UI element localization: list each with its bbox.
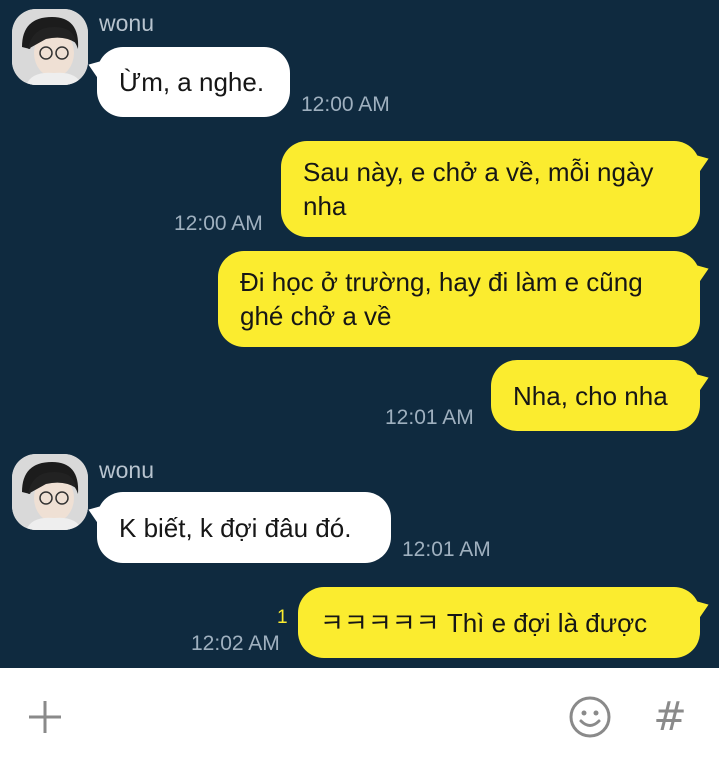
smiley-icon[interactable] <box>563 690 617 744</box>
avatar[interactable] <box>12 454 88 530</box>
message-time: 12:00 AM <box>174 212 263 235</box>
message-bubble-outgoing[interactable]: Nha, cho nha <box>491 360 700 431</box>
avatar[interactable] <box>12 9 88 85</box>
message-bubble-outgoing[interactable]: ㅋㅋㅋㅋㅋ Thì e đợi là được <box>298 587 700 658</box>
message-time: 12:01 AM <box>385 406 474 429</box>
message-bubble-incoming[interactable]: K biết, k đợi đâu đó. <box>97 492 391 563</box>
message-text: K biết, k đợi đâu đó. <box>119 512 352 543</box>
hash-icon[interactable]: # <box>643 690 697 744</box>
message-bubble-outgoing[interactable]: Đi học ở trường, hay đi làm e cũng ghé c… <box>218 251 700 347</box>
message-text: ㅋㅋㅋㅋㅋ Thì e đợi là được <box>320 607 648 638</box>
message-text: Nha, cho nha <box>513 380 668 411</box>
sender-name: wonu <box>99 457 154 483</box>
message-bubble-incoming[interactable]: Ừm, a nghe. <box>97 47 290 117</box>
message-time: 12:00 AM <box>301 93 390 116</box>
message-text: Đi học ở trường, hay đi làm e cũng ghé c… <box>240 267 643 331</box>
message-text: Ừm, a nghe. <box>119 67 265 97</box>
input-bar: # <box>0 668 719 765</box>
sender-name: wonu <box>99 10 154 36</box>
chat-area: wonu Ừm, a nghe. 12:00 AM Sau này, e chở… <box>0 0 719 668</box>
message-bubble-outgoing[interactable]: Sau này, e chở a về, mỗi ngày nha <box>281 141 700 237</box>
avatar-image <box>12 9 88 85</box>
message-text: Sau này, e chở a về, mỗi ngày nha <box>303 157 654 221</box>
plus-icon[interactable] <box>18 690 72 744</box>
message-time: 12:02 AM <box>191 632 280 655</box>
avatar-image <box>12 454 88 530</box>
message-time: 12:01 AM <box>402 538 491 561</box>
unread-count: 1 <box>277 607 288 628</box>
